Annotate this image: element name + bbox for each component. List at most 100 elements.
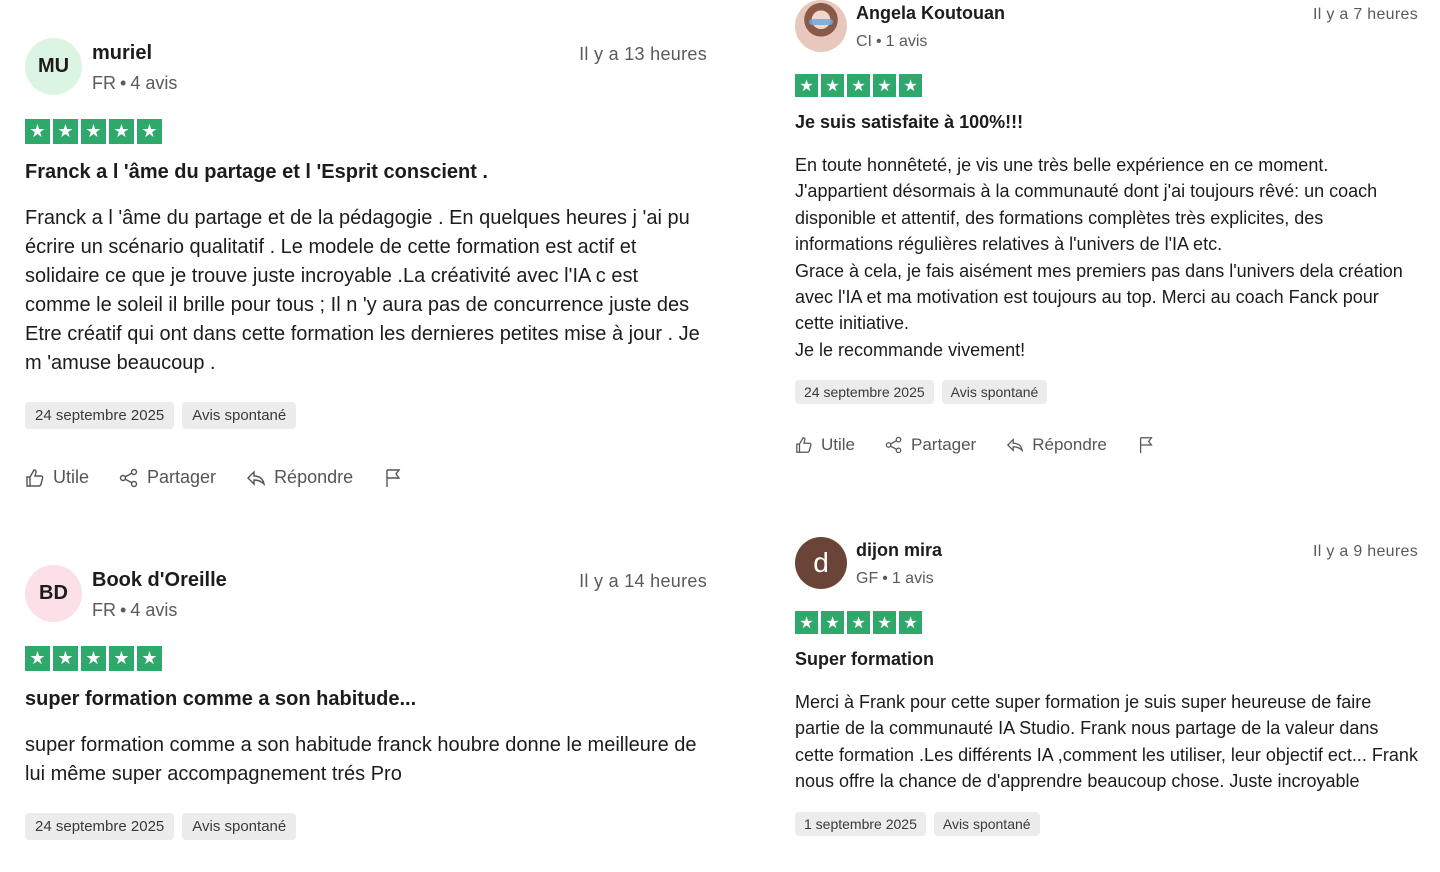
review-body: super formation comme a son habitude fra… (25, 734, 697, 785)
reviewer-info: muriel FR • 4 avis (92, 42, 177, 94)
spontaneous-badge: Avis spontané (182, 402, 297, 429)
date-badge: 24 septembre 2025 (25, 402, 175, 429)
star-icon: ★ (873, 611, 896, 634)
review-card: d dijon mira GF • 1 avis Il y a 9 heures ★… (795, 537, 1418, 836)
review-tags: 24 septembre 2025 Avis spontané (25, 402, 707, 429)
review-header: MU muriel FR • 4 avis Il y a 13 heures (25, 38, 707, 95)
reply-label: Répondre (274, 467, 354, 487)
star-icon: ★ (821, 74, 844, 97)
reviewer-info: Angela Koutouan CI • 1 avis (856, 3, 1005, 51)
star-icon: ★ (899, 611, 922, 634)
review-card: BD Book d'Oreille FR • 4 avis Il y a 14 he… (25, 565, 707, 840)
reviewer-review-count: 4 avis (130, 600, 178, 620)
reply-label: Répondre (1032, 435, 1107, 455)
spontaneous-badge: Avis spontané (941, 380, 1048, 405)
star-icon: ★ (53, 119, 78, 144)
star-icon: ★ (795, 611, 818, 634)
review-card: MU muriel FR • 4 avis Il y a 13 heures ★ ★ ★… (25, 38, 707, 488)
flag-icon (1139, 437, 1153, 454)
star-icon: ★ (873, 74, 896, 97)
useful-button[interactable]: Utile (795, 435, 855, 455)
reviewer-country: GF (856, 570, 879, 587)
star-icon: ★ (899, 74, 922, 97)
review-header: BD Book d'Oreille FR • 4 avis Il y a 14 he… (25, 565, 707, 622)
star-rating: ★ ★ ★ ★ ★ (795, 611, 1418, 634)
reviewer-info: dijon mira GF • 1 avis (856, 540, 942, 588)
reply-button[interactable]: Répondre (1006, 435, 1107, 455)
reviewer-country: CI (856, 33, 872, 50)
useful-label: Utile (821, 435, 856, 455)
reviewer-review-count: 1 avis (891, 570, 934, 587)
review-time: Il y a 7 heures (1313, 6, 1418, 23)
share-button[interactable]: Partager (885, 435, 976, 455)
date-badge: 24 septembre 2025 (795, 380, 934, 405)
flag-icon (386, 468, 401, 487)
reply-button[interactable]: Répondre (246, 467, 353, 488)
star-icon: ★ (81, 646, 106, 671)
star-rating: ★ ★ ★ ★ ★ (25, 646, 707, 671)
avatar[interactable] (795, 0, 847, 52)
review-header: Angela Koutouan CI • 1 avis Il y a 7 heure… (795, 0, 1418, 52)
review-actions: Utile Partager Répondre (25, 467, 707, 488)
report-button[interactable] (383, 468, 403, 488)
review-actions: Utile Partager Répondre (795, 435, 1418, 455)
share-icon (885, 436, 902, 454)
review-title[interactable]: super formation comme a son habitude... (25, 688, 707, 711)
reviewer-meta: CI • 1 avis (856, 33, 928, 50)
reviewer-name[interactable]: dijon mira (856, 540, 942, 561)
reviewer-meta: FR • 4 avis (92, 600, 178, 620)
star-rating: ★ ★ ★ ★ ★ (795, 74, 1418, 97)
star-icon: ★ (847, 611, 870, 634)
reviewer-info: Book d'Oreille FR • 4 avis (92, 569, 227, 621)
useful-label: Utile (53, 467, 90, 487)
reviewer-name[interactable]: Book d'Oreille (92, 569, 227, 592)
review-paragraph: Je le recommande vivement! (795, 339, 1026, 360)
share-button[interactable]: Partager (119, 467, 216, 488)
reviewer-review-count: 4 avis (130, 73, 178, 93)
star-icon: ★ (25, 646, 50, 671)
reviewer-meta: GF • 1 avis (856, 570, 934, 587)
review-tags: 1 septembre 2025 Avis spontané (795, 811, 1418, 836)
review-paragraph: Grace à cela, je fais aisément mes premi… (795, 260, 1403, 334)
avatar[interactable]: MU (25, 38, 82, 95)
star-icon: ★ (137, 119, 162, 144)
review-time: Il y a 14 heures (579, 571, 707, 591)
review-title[interactable]: Franck a l 'âme du partage et l 'Esprit … (25, 161, 707, 184)
review-header: d dijon mira GF • 1 avis Il y a 9 heures (795, 537, 1418, 589)
star-icon: ★ (795, 74, 818, 97)
star-icon: ★ (847, 74, 870, 97)
spontaneous-badge: Avis spontané (933, 811, 1040, 836)
review-tags: 24 septembre 2025 Avis spontané (25, 813, 707, 840)
star-icon: ★ (25, 119, 50, 144)
star-icon: ★ (53, 646, 78, 671)
share-label: Partager (911, 435, 977, 455)
thumbs-up-icon (26, 468, 44, 487)
spontaneous-badge: Avis spontané (182, 813, 297, 840)
thumbs-up-icon (796, 437, 812, 454)
review-tags: 24 septembre 2025 Avis spontané (795, 380, 1418, 405)
star-icon: ★ (109, 646, 134, 671)
review-title[interactable]: Super formation (795, 649, 1418, 670)
review-paragraph: En toute honnêteté, je vis une très bell… (795, 155, 1378, 255)
report-button[interactable] (1137, 436, 1155, 454)
review-time: Il y a 9 heures (1313, 543, 1418, 560)
star-icon: ★ (137, 646, 162, 671)
share-icon (119, 468, 138, 487)
avatar[interactable]: BD (25, 565, 82, 622)
star-rating: ★ ★ ★ ★ ★ (25, 119, 707, 144)
avatar[interactable]: d (795, 537, 847, 589)
review-time: Il y a 13 heures (579, 44, 707, 64)
reply-icon (1007, 438, 1024, 453)
reviewer-name[interactable]: muriel (92, 42, 177, 65)
star-icon: ★ (81, 119, 106, 144)
star-icon: ★ (821, 611, 844, 634)
review-title[interactable]: Je suis satisfaite à 100%!!! (795, 112, 1418, 133)
reviewer-country: FR (92, 73, 116, 93)
date-badge: 24 septembre 2025 (25, 813, 175, 840)
avatar-photo (809, 19, 833, 25)
date-badge: 1 septembre 2025 (795, 811, 926, 836)
reviewer-name[interactable]: Angela Koutouan (856, 3, 1005, 24)
reviewer-meta: FR • 4 avis (92, 73, 178, 93)
useful-button[interactable]: Utile (25, 467, 89, 488)
reviewer-review-count: 1 avis (885, 33, 928, 50)
